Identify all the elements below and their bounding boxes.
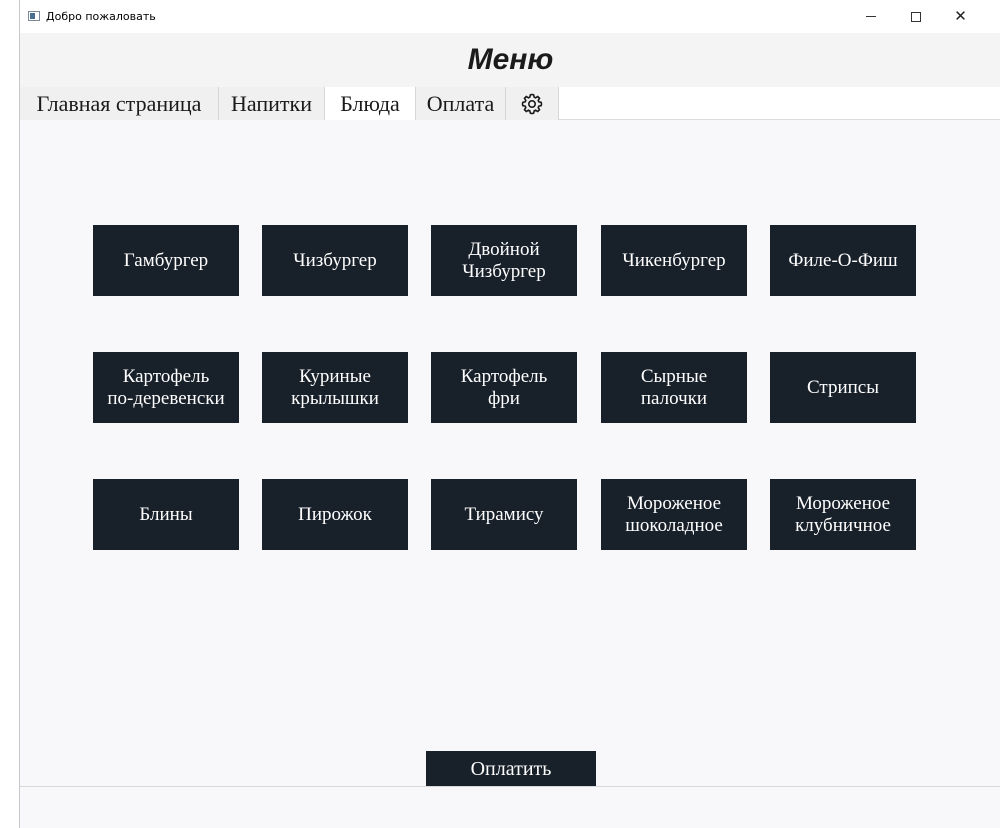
tab-payment[interactable]: Оплата <box>416 87 506 120</box>
main-content: Меню Главная страница Напитки Блюда Опла… <box>20 33 1000 828</box>
tab-drinks[interactable]: Напитки <box>219 87 325 120</box>
dish-button-hamburger[interactable]: Гамбургер <box>93 225 239 296</box>
dish-button-pie[interactable]: Пирожок <box>262 479 408 550</box>
pay-button[interactable]: Оплатить <box>426 751 596 787</box>
dish-button-chickenburger[interactable]: Чикенбургер <box>601 225 747 296</box>
gear-icon <box>521 93 543 114</box>
dish-button-country-potatoes[interactable]: Картофель по-деревенски <box>93 352 239 423</box>
minimize-icon <box>865 16 876 17</box>
page-title: Меню <box>467 43 554 76</box>
tab-settings[interactable] <box>506 87 559 120</box>
maximize-icon <box>910 11 921 22</box>
dish-button-strips[interactable]: Стрипсы <box>770 352 916 423</box>
dish-button-pancakes[interactable]: Блины <box>93 479 239 550</box>
dish-button-french-fries[interactable]: Картофель фри <box>431 352 577 423</box>
header: Меню <box>20 33 1000 87</box>
dish-button-strawberry-ice-cream[interactable]: Мороженое клубничное <box>770 479 916 550</box>
dish-button-chocolate-ice-cream[interactable]: Мороженое шоколадное <box>601 479 747 550</box>
dish-button-cheeseburger[interactable]: Чизбургер <box>262 225 408 296</box>
app-icon <box>28 11 40 21</box>
status-bar <box>20 786 1000 828</box>
dish-button-chicken-wings[interactable]: Куриные крылышки <box>262 352 408 423</box>
app-window: Добро пожаловать ✕ Меню Главная страница… <box>19 0 1000 828</box>
dish-button-filet-o-fish[interactable]: Филе-О-Фиш <box>770 225 916 296</box>
close-icon: ✕ <box>954 7 967 25</box>
tab-food[interactable]: Блюда <box>325 87 416 120</box>
minimize-button[interactable] <box>848 0 893 33</box>
tab-home[interactable]: Главная страница <box>20 87 219 120</box>
close-button[interactable]: ✕ <box>938 0 983 33</box>
window-title: Добро пожаловать <box>46 10 156 23</box>
maximize-button[interactable] <box>893 0 938 33</box>
dish-button-cheese-sticks[interactable]: Сырные палочки <box>601 352 747 423</box>
tab-bar: Главная страница Напитки Блюда Оплата <box>20 87 1000 120</box>
dish-button-double-cheeseburger[interactable]: Двойной Чизбургер <box>431 225 577 296</box>
dish-button-tiramisu[interactable]: Тирамису <box>431 479 577 550</box>
title-bar[interactable]: Добро пожаловать ✕ <box>20 0 1000 33</box>
